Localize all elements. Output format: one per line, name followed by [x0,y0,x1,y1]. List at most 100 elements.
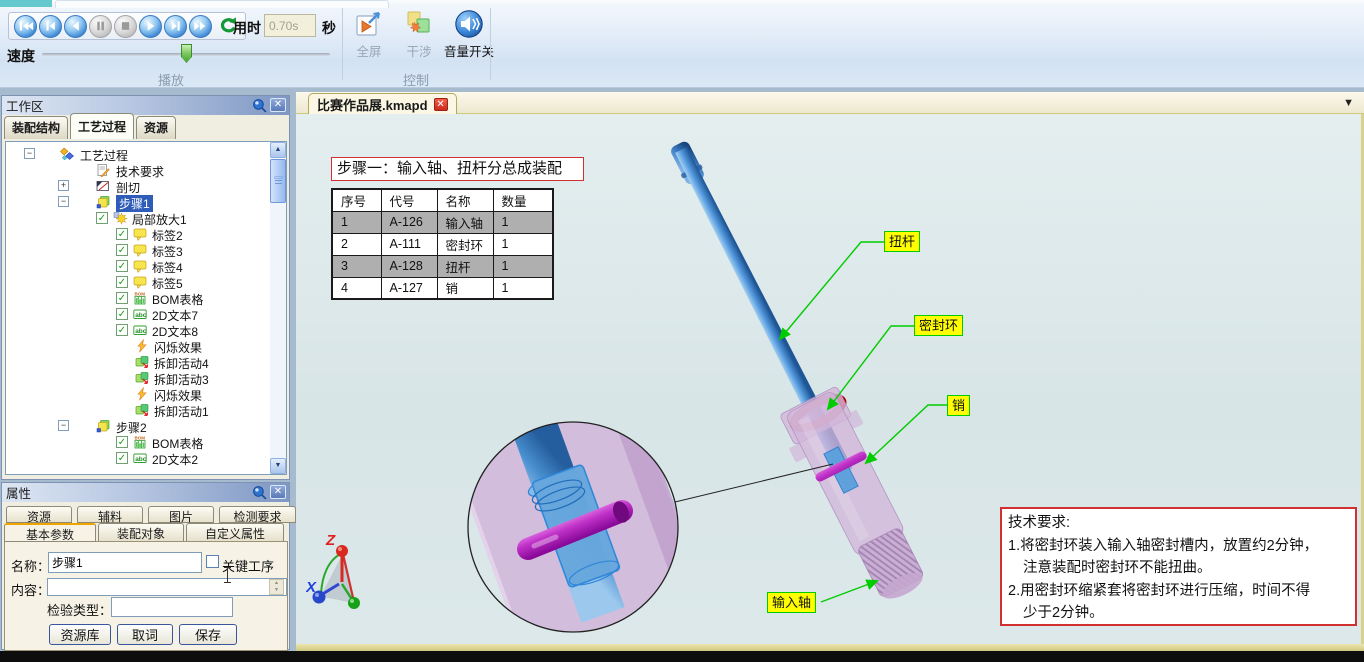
tree-item[interactable]: ✓ abc 2D文本2 [6,450,272,466]
bom-cell: 销 [437,277,493,299]
workspace-panel: 工作区 ✕ 装配结构工艺过程资源 −工艺过程技术要求+剖切−步骤1✓局部放大1✓… [1,95,290,480]
scrollbar-thumb[interactable] [270,159,286,203]
tree-item[interactable]: 闪烁效果 [6,338,272,354]
resource-library-button[interactable]: 资源库 [49,624,111,645]
panel-pin-icon[interactable] [252,485,267,499]
visibility-checkbox[interactable]: ✓ [116,324,128,336]
svg-text:abc: abc [135,312,147,319]
fullscreen-button[interactable]: 全屏 [346,9,392,60]
bom-cell: 1 [493,211,553,233]
tree-item[interactable]: +剖切 [6,178,272,194]
skip-to-start-button[interactable] [14,15,37,38]
properties-tab-装配对象[interactable]: 装配对象 [98,523,184,542]
panel-pin-icon[interactable] [252,98,267,112]
text-icon: abc [133,323,147,337]
elapsed-time-input[interactable] [264,14,316,37]
content-spinner[interactable]: ▲▼ [269,579,284,595]
tree-item[interactable]: ✓标签5 [6,274,272,290]
properties-panel-close-icon[interactable]: ✕ [270,485,286,499]
tree-item[interactable]: −步骤1 [6,194,272,210]
elapsed-time-label: 用时 [233,18,261,38]
tree-item[interactable]: ✓BOMBOM表格 [6,434,272,450]
save-button[interactable]: 保存 [179,624,237,645]
workspace-tab-工艺过程[interactable]: 工艺过程 [70,113,134,139]
workspace-tab-资源[interactable]: 资源 [136,116,176,139]
fast-forward-button[interactable] [189,15,212,38]
workspace-tab-装配结构[interactable]: 装配结构 [4,116,68,139]
interference-button[interactable]: 干涉 [396,9,442,60]
speed-slider-thumb[interactable] [181,44,192,63]
tree-item[interactable]: ✓标签3 [6,242,272,258]
flash-icon [135,387,149,401]
visibility-checkbox[interactable]: ✓ [116,452,128,464]
tree-item[interactable]: −工艺过程 [6,146,272,162]
pause-button[interactable] [89,15,112,38]
document-tab-close-icon[interactable]: ✕ [434,98,448,111]
tree-item[interactable]: 拆卸活动1 [6,402,272,418]
visibility-checkbox[interactable]: ✓ [116,228,128,240]
tree-item[interactable]: ✓abc2D文本8 [6,322,272,338]
tab-list-dropdown-icon[interactable]: ▼ [1343,97,1354,109]
pick-word-button[interactable]: 取词 [117,624,173,645]
visibility-checkbox[interactable]: ✓ [116,244,128,256]
step-forward-button[interactable] [164,15,187,38]
part-label[interactable]: 密封环 [914,315,963,336]
visibility-checkbox[interactable]: ✓ [116,308,128,320]
inspection-type-field[interactable] [111,597,233,617]
bom-table: 序号代号名称数量1A-126输入轴12A-111密封环13A-128扭杆14A-… [331,188,554,300]
properties-tab-基本参数[interactable]: 基本参数 [4,523,96,542]
stop-button[interactable] [114,15,137,38]
part-label[interactable]: 扭杆 [884,231,920,252]
properties-panel-titlebar: 属性 ✕ [2,483,289,502]
document-tab[interactable]: 比赛作品展.kmapd ✕ [308,93,457,114]
step-icon [96,419,110,433]
process-tree: −工艺过程技术要求+剖切−步骤1✓局部放大1✓标签2✓标签3✓标签4✓标签5✓B… [5,141,287,475]
content-field[interactable] [47,578,287,596]
part-label[interactable]: 销 [947,395,970,416]
text-icon: abc [133,451,147,465]
properties-tab-图片[interactable]: 图片 [148,506,214,523]
visibility-checkbox[interactable]: ✓ [116,260,128,272]
tree-item[interactable]: 闪烁效果 [6,386,272,402]
tree-item[interactable]: ✓标签4 [6,258,272,274]
tree-item[interactable]: ✓标签2 [6,226,272,242]
tech-requirement-line: 2.用密封环缩紧套将密封环进行压缩，时间不得 [1008,580,1349,603]
3d-viewport[interactable]: 步骤一：输入轴、扭杆分总成装配 序号代号名称数量1A-126输入轴12A-111… [296,114,1364,644]
part-label[interactable]: 输入轴 [767,592,816,613]
expand-icon[interactable]: + [58,180,69,191]
collapse-icon[interactable]: − [58,420,69,431]
play-button[interactable] [139,15,162,38]
visibility-checkbox[interactable]: ✓ [116,292,128,304]
bom-row: 4A-127销1 [332,277,553,299]
visibility-checkbox[interactable]: ✓ [116,436,128,448]
key-process-checkbox[interactable] [206,555,219,568]
play-backward-button[interactable] [64,15,87,38]
tree-item-label[interactable]: 2D文本2 [152,451,198,468]
workspace-panel-close-icon[interactable]: ✕ [270,98,286,112]
tree-item[interactable]: 拆卸活动3 [6,370,272,386]
collapse-icon[interactable]: − [58,196,69,207]
properties-tab-辅料[interactable]: 辅料 [77,506,143,523]
tree-item[interactable]: ✓局部放大1 [6,210,272,226]
tree-item[interactable]: 技术要求 [6,162,272,178]
volume-toggle-button[interactable]: 音量开关 [446,9,492,60]
properties-tab-资源[interactable]: 资源 [6,506,72,523]
detail-view [442,363,723,644]
step-backward-button[interactable] [39,15,62,38]
scroll-down-icon[interactable]: ▼ [270,458,286,474]
scroll-up-icon[interactable]: ▲ [270,142,286,158]
tree-item[interactable]: ✓abc2D文本7 [6,306,272,322]
bom-cell: 4 [332,277,381,299]
tree-item[interactable]: −步骤2 [6,418,272,434]
properties-tab-自定义属性[interactable]: 自定义属性 [186,523,284,542]
visibility-checkbox[interactable]: ✓ [116,276,128,288]
tree-item[interactable]: ✓BOMBOM表格 [6,290,272,306]
properties-tab-检测要求[interactable]: 检测要求 [219,506,296,523]
visibility-checkbox[interactable]: ✓ [96,212,108,224]
bom-header-cell: 代号 [381,189,437,211]
collapse-icon[interactable]: − [24,148,35,159]
document-tab-title: 比赛作品展.kmapd [317,95,428,114]
name-field[interactable] [48,552,202,573]
tree-scrollbar[interactable]: ▲ ▼ [270,142,286,474]
tree-item[interactable]: 拆卸活动4 [6,354,272,370]
